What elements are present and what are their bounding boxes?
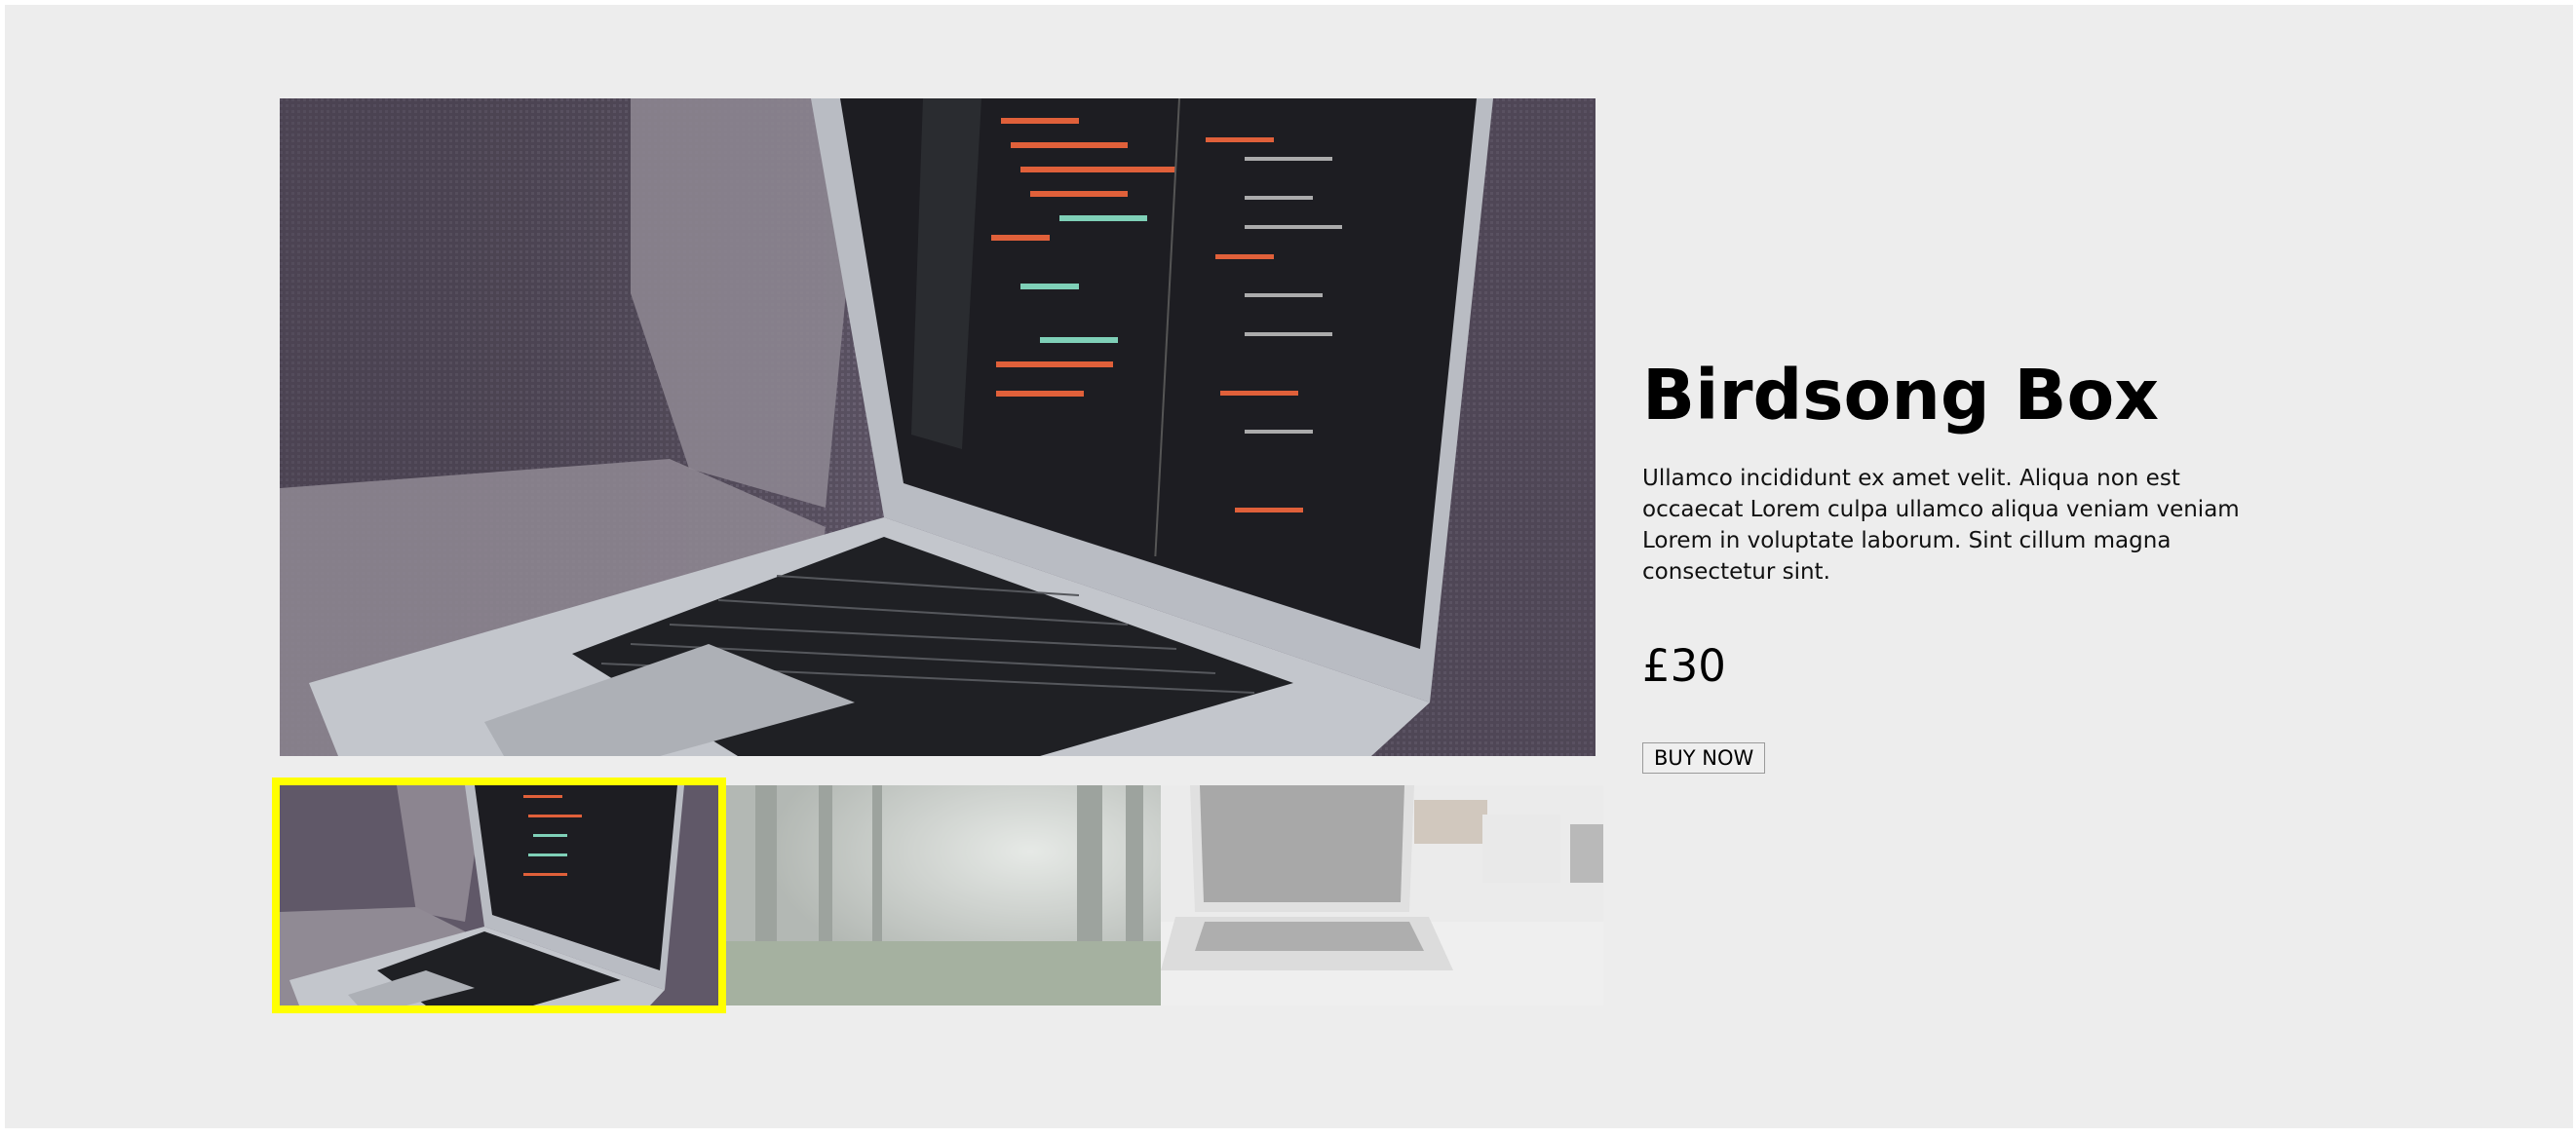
product-title: Birdsong Box bbox=[1642, 355, 2160, 436]
product-description: Ullamco incididunt ex amet velit. Aliqua… bbox=[1642, 465, 2240, 585]
product-details: Birdsong Box Ullamco incididunt ex amet … bbox=[1642, 356, 2325, 774]
forest-thumbnail-image bbox=[726, 785, 1161, 1005]
thumbnail-laptop-code[interactable] bbox=[272, 778, 726, 1013]
laptop-photo bbox=[280, 98, 1596, 756]
page: Birdsong Box Ullamco incididunt ex amet … bbox=[5, 5, 2573, 1128]
thumbnail-laptop-desk[interactable] bbox=[1161, 785, 1603, 1005]
desk-thumbnail-image bbox=[1161, 785, 1603, 1005]
thumbnail-strip bbox=[272, 778, 1603, 1013]
laptop-thumbnail-image bbox=[280, 785, 718, 1005]
main-product-image bbox=[280, 98, 1596, 756]
buy-now-button[interactable]: BUY NOW bbox=[1642, 741, 1766, 774]
product-price: £30 bbox=[1642, 639, 1726, 692]
thumbnail-forest[interactable] bbox=[726, 785, 1161, 1005]
